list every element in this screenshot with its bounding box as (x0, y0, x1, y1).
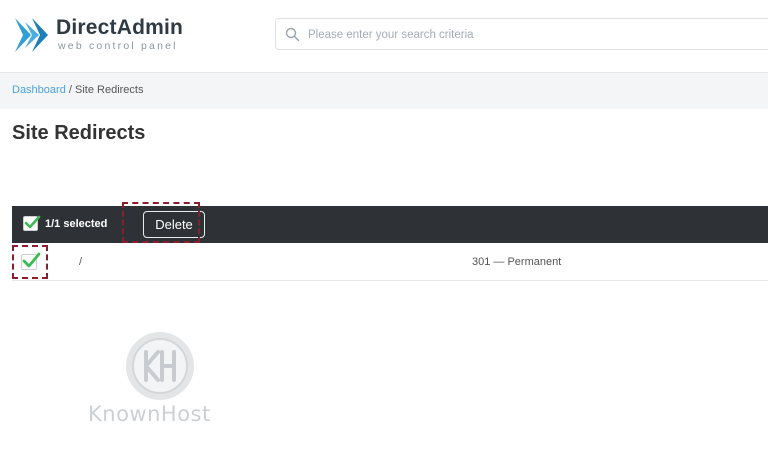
checkbox-checked-icon (24, 215, 41, 229)
breadcrumb: Dashboard / Site Redirects (12, 84, 143, 96)
checkbox-checked-icon (22, 252, 41, 268)
breadcrumb-bar: Dashboard / Site Redirects (0, 73, 768, 109)
select-all-checkbox[interactable] (23, 215, 41, 231)
knownhost-logo-icon (126, 332, 194, 400)
row-checkbox[interactable] (21, 252, 41, 270)
breadcrumb-separator: / (65, 84, 75, 96)
breadcrumb-dashboard-link[interactable]: Dashboard (12, 84, 66, 96)
search-box[interactable] (275, 18, 768, 51)
table-row[interactable]: / 301 — Permanent (12, 243, 768, 281)
delete-button[interactable]: Delete (143, 211, 205, 238)
breadcrumb-current: Site Redirects (75, 84, 144, 96)
watermark: KnownHost (82, 330, 242, 430)
directadmin-logo-icon (15, 18, 48, 52)
redirect-path-cell: / (79, 256, 83, 268)
selected-count: 1/1 selected (45, 218, 108, 230)
watermark-text: KnownHost (88, 402, 211, 426)
page-title: Site Redirects (12, 122, 146, 144)
search-icon (285, 27, 300, 42)
brand-tagline: web control panel (58, 40, 178, 52)
redirect-type-cell: 301 — Permanent (472, 256, 562, 268)
brand-name: DirectAdmin (56, 16, 184, 39)
search-input[interactable] (306, 19, 750, 51)
top-header: DirectAdmin web control panel (0, 0, 768, 73)
selection-toolbar: 1/1 selected Delete (12, 206, 768, 243)
brand-logo[interactable]: DirectAdmin web control panel (12, 14, 202, 58)
